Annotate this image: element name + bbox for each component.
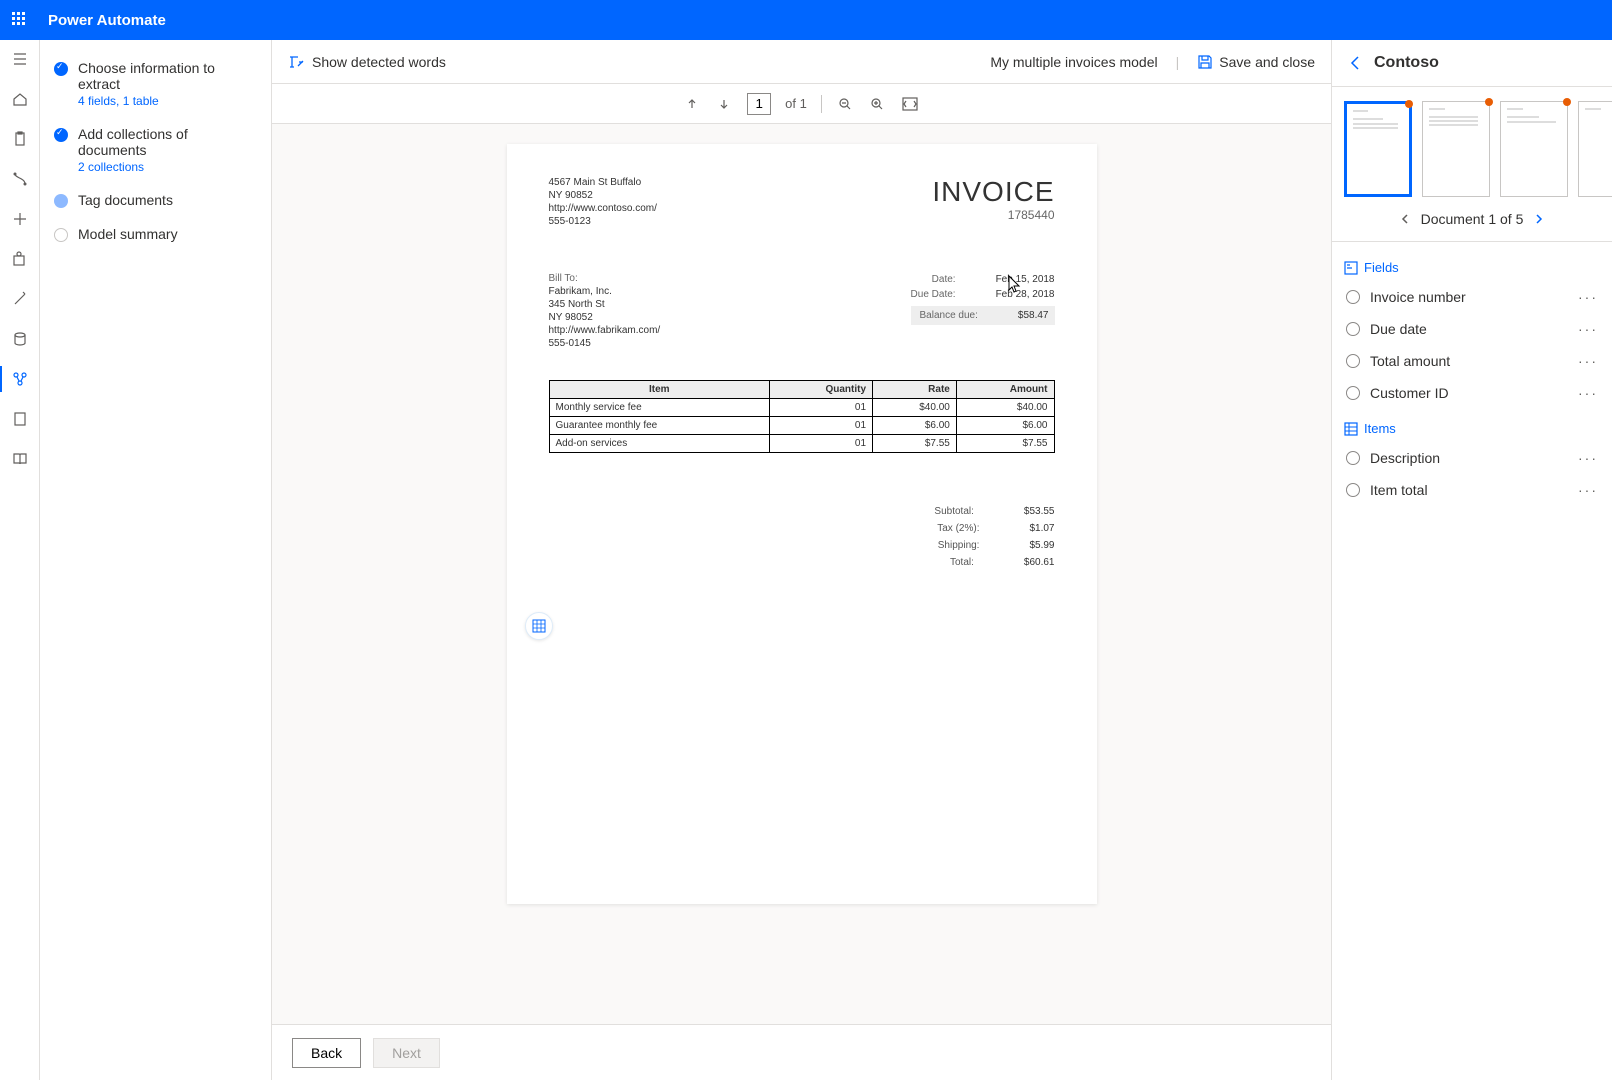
bill-to: Bill To: Fabrikam, Inc. 345 North St NY … bbox=[549, 272, 661, 350]
fit-icon[interactable] bbox=[900, 95, 920, 113]
invoice-number: 1785440 bbox=[932, 208, 1054, 222]
right-panel: Contoso Document 1 of 5 Fields Invoice n… bbox=[1332, 40, 1612, 1080]
back-arrow-icon[interactable] bbox=[1348, 55, 1364, 71]
table-row: Guarantee monthly fee01$6.00$6.00 bbox=[549, 417, 1054, 435]
plus-icon[interactable] bbox=[11, 210, 29, 228]
more-icon[interactable]: ··· bbox=[1578, 289, 1598, 305]
invoice-totals: Subtotal:$53.55 Tax (2%):$1.07 Shipping:… bbox=[549, 503, 1055, 571]
app-header: Power Automate bbox=[0, 0, 1612, 40]
check-icon bbox=[54, 128, 68, 142]
more-icon[interactable]: ··· bbox=[1578, 450, 1598, 466]
items-section-label: Items bbox=[1344, 421, 1600, 436]
step-model-summary[interactable]: Model summary bbox=[54, 226, 257, 242]
waffle-icon[interactable] bbox=[12, 12, 28, 28]
hamburger-icon[interactable] bbox=[11, 50, 29, 68]
model-name: My multiple invoices model bbox=[990, 54, 1157, 70]
back-button[interactable]: Back bbox=[292, 1038, 361, 1068]
check-icon bbox=[54, 62, 68, 76]
more-icon[interactable]: ··· bbox=[1578, 353, 1598, 369]
status-circle-icon bbox=[1346, 386, 1360, 400]
invoice-dates: Date:Feb 15, 2018 Due Date:Feb 28, 2018 … bbox=[911, 272, 1055, 350]
nav-rail bbox=[0, 40, 40, 1080]
invoice-from: 4567 Main St Buffalo NY 90852 http://www… bbox=[549, 176, 657, 228]
step-tag-documents[interactable]: Tag documents bbox=[54, 192, 257, 208]
show-detected-words[interactable]: Show detected words bbox=[288, 54, 446, 70]
field-due-date[interactable]: Due date··· bbox=[1344, 313, 1600, 345]
more-icon[interactable]: ··· bbox=[1578, 385, 1598, 401]
step-add-collections[interactable]: Add collections of documents 2 collectio… bbox=[54, 126, 257, 174]
field-customer-id[interactable]: Customer ID··· bbox=[1344, 377, 1600, 409]
center-panel: Show detected words My multiple invoices… bbox=[272, 40, 1332, 1080]
fields-icon bbox=[1344, 261, 1358, 275]
wand-icon[interactable] bbox=[11, 290, 29, 308]
page-input[interactable] bbox=[747, 93, 771, 115]
thumbnail-strip bbox=[1332, 87, 1612, 203]
page-up-icon[interactable] bbox=[683, 95, 701, 113]
chevron-right-icon[interactable] bbox=[1533, 213, 1545, 225]
data-icon[interactable] bbox=[11, 330, 29, 348]
app-title: Power Automate bbox=[48, 12, 166, 29]
zoom-in-icon[interactable] bbox=[868, 95, 886, 113]
status-circle-icon bbox=[1346, 322, 1360, 336]
more-icon[interactable]: ··· bbox=[1578, 321, 1598, 337]
table-row: Add-on services01$7.55$7.55 bbox=[549, 435, 1054, 453]
table-icon bbox=[1344, 422, 1358, 436]
document-canvas[interactable]: 4567 Main St Buffalo NY 90852 http://www… bbox=[272, 124, 1331, 1024]
thumbnail[interactable] bbox=[1500, 101, 1568, 197]
thumbnail[interactable] bbox=[1578, 101, 1612, 197]
chevron-left-icon[interactable] bbox=[1399, 213, 1411, 225]
book-icon[interactable] bbox=[11, 450, 29, 468]
save-and-close[interactable]: Save and close bbox=[1197, 54, 1315, 70]
status-circle-icon bbox=[1346, 354, 1360, 368]
invoice-title: INVOICE bbox=[932, 176, 1054, 208]
collection-title: Contoso bbox=[1374, 54, 1439, 72]
puzzle-icon[interactable] bbox=[11, 250, 29, 268]
invoice-items-table: Item Quantity Rate Amount Monthly servic… bbox=[549, 380, 1055, 453]
ai-icon[interactable] bbox=[11, 370, 29, 388]
zoom-out-icon[interactable] bbox=[836, 95, 854, 113]
page-down-icon[interactable] bbox=[715, 95, 733, 113]
more-icon[interactable]: ··· bbox=[1578, 482, 1598, 498]
document-nav: Document 1 of 5 bbox=[1332, 203, 1612, 242]
steps-sidebar: Choose information to extract 4 fields, … bbox=[40, 40, 272, 1080]
field-item-total[interactable]: Item total··· bbox=[1344, 474, 1600, 506]
table-handle-icon[interactable] bbox=[525, 612, 553, 640]
field-total-amount[interactable]: Total amount··· bbox=[1344, 345, 1600, 377]
status-circle-icon bbox=[1346, 290, 1360, 304]
pending-step-icon bbox=[54, 228, 68, 242]
field-invoice-number[interactable]: Invoice number··· bbox=[1344, 281, 1600, 313]
status-circle-icon bbox=[1346, 451, 1360, 465]
fields-section-label: Fields bbox=[1344, 260, 1600, 275]
page-icon[interactable] bbox=[11, 410, 29, 428]
save-icon bbox=[1197, 54, 1213, 70]
home-icon[interactable] bbox=[11, 90, 29, 108]
step-choose-info[interactable]: Choose information to extract 4 fields, … bbox=[54, 60, 257, 108]
flow-icon[interactable] bbox=[11, 170, 29, 188]
current-step-icon bbox=[54, 194, 68, 208]
status-circle-icon bbox=[1346, 483, 1360, 497]
doc-toolbar: of 1 bbox=[272, 84, 1331, 124]
document-page[interactable]: 4567 Main St Buffalo NY 90852 http://www… bbox=[507, 144, 1097, 904]
table-row: Monthly service fee01$40.00$40.00 bbox=[549, 399, 1054, 417]
thumbnail[interactable] bbox=[1344, 101, 1412, 197]
clipboard-icon[interactable] bbox=[11, 130, 29, 148]
field-description[interactable]: Description··· bbox=[1344, 442, 1600, 474]
page-of-label: of 1 bbox=[785, 96, 807, 111]
topbar: Show detected words My multiple invoices… bbox=[272, 40, 1331, 84]
text-detect-icon bbox=[288, 54, 304, 70]
next-button: Next bbox=[373, 1038, 440, 1068]
thumbnail[interactable] bbox=[1422, 101, 1490, 197]
footer-buttons: Back Next bbox=[272, 1024, 1331, 1080]
